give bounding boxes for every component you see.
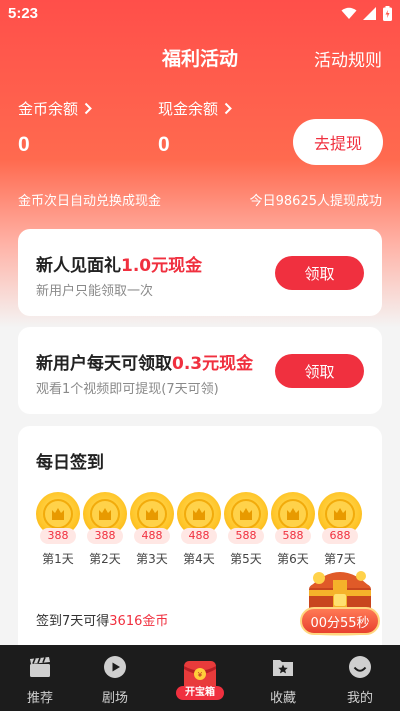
tab-profile[interactable]: 我的 [320,645,400,711]
rules-link[interactable]: 活动规则 [314,46,382,71]
checkin-note-prefix: 签到7天可得 [36,614,110,629]
task-title: 新人见面礼1.0元现金 [36,251,202,276]
title-bar: 福利活动 活动规则 [0,42,400,72]
wifi-icon [341,7,357,19]
day-label: 第5天 [230,552,262,566]
star-folder-icon [273,660,293,676]
status-bar: 5:23 [0,0,400,28]
task-subtitle: 新用户只能领取一次 [36,284,154,299]
signal-icon [363,7,376,20]
checkin-day-3[interactable]: 488 第3天 [130,492,174,568]
withdraw-success-count: 今日98625人提现成功 [249,194,382,209]
checkin-reward-note: 签到7天可得3616金币 [36,610,168,629]
withdraw-button[interactable]: 去提现 [293,119,383,165]
checkin-day-5[interactable]: 588 第5天 [224,492,268,568]
tab-label: 我的 [346,691,373,706]
checkin-note-total: 3616金币 [109,614,169,629]
checkin-day-4[interactable]: 488 第4天 [177,492,221,568]
day-label: 第4天 [183,552,215,566]
claim-button[interactable]: 领取 [275,256,364,290]
auto-exchange-hint: 金币次日自动兑换成现金 [18,194,162,209]
day-coin-amount: 488 [181,528,217,544]
coin-balance-value: 0 [18,133,30,156]
day-label: 第3天 [136,552,168,566]
day-coin-amount: 588 [228,528,264,544]
day-coin-amount: 388 [87,528,123,544]
battery-icon [383,6,392,21]
claim-button[interactable]: 领取 [275,354,364,388]
tab-label: 收藏 [269,691,296,706]
coin-balance-label-row: 金币余额 [18,98,92,119]
tab-theater[interactable]: 剧场 [75,645,155,711]
status-icons [341,6,392,21]
task-card-daily-cash: 新用户每天可领取0.3元现金 观看1个视频即可提现(7天可领) 领取 [18,327,382,414]
chevron-right-icon [84,102,92,115]
task-title-text: 新用户每天可领取 [36,354,172,374]
chevron-right-icon [224,102,232,115]
treasure-timer[interactable]: 00分55秒 [300,607,380,635]
smiley-face-icon [349,656,371,678]
play-circle-icon [104,656,126,678]
tab-label: 剧场 [101,691,128,706]
cash-balance-label-row: 现金余额 [158,98,232,119]
clapperboard-icon [30,657,50,677]
checkin-title: 每日签到 [36,453,104,473]
checkin-day-2[interactable]: 388 第2天 [83,492,127,568]
tab-recommend[interactable]: 推荐 [0,645,80,711]
coin-balance-label: 金币余额 [18,100,79,118]
day-label: 第2天 [89,552,121,566]
tab-label: 开宝箱 [176,686,224,700]
day-coin-amount: 388 [40,528,76,544]
task-title: 新用户每天可领取0.3元现金 [36,349,253,374]
task-title-text: 新人见面礼 [36,256,121,276]
tab-open-treasure[interactable]: ¥ 开宝箱 [160,645,240,711]
task-subtitle: 观看1个视频即可提现(7天可领) [36,382,219,397]
coin-balance[interactable]: 金币余额 0 [18,98,92,157]
tab-favorites[interactable]: 收藏 [243,645,323,711]
task-card-newcomer-gift: 新人见面礼1.0元现金 新用户只能领取一次 领取 [18,229,382,316]
day-coin-amount: 488 [134,528,170,544]
cash-balance-value: 0 [158,133,170,156]
day-label: 第1天 [42,552,74,566]
tab-label: 推荐 [26,691,53,706]
task-amount: 1.0元现金 [121,256,203,276]
checkin-day-1[interactable]: 388 第1天 [36,492,80,568]
task-amount: 0.3元现金 [172,354,254,374]
day-coin-amount: 588 [275,528,311,544]
cash-balance[interactable]: 现金余额 0 [158,98,232,157]
bottom-tab-bar: 推荐 剧场 ¥ 开宝箱 收藏 我的 [0,645,400,711]
svg-text:¥: ¥ [198,671,203,679]
status-time: 5:23 [8,5,39,22]
day-coin-amount: 688 [322,528,358,544]
cash-balance-label: 现金余额 [158,100,219,118]
